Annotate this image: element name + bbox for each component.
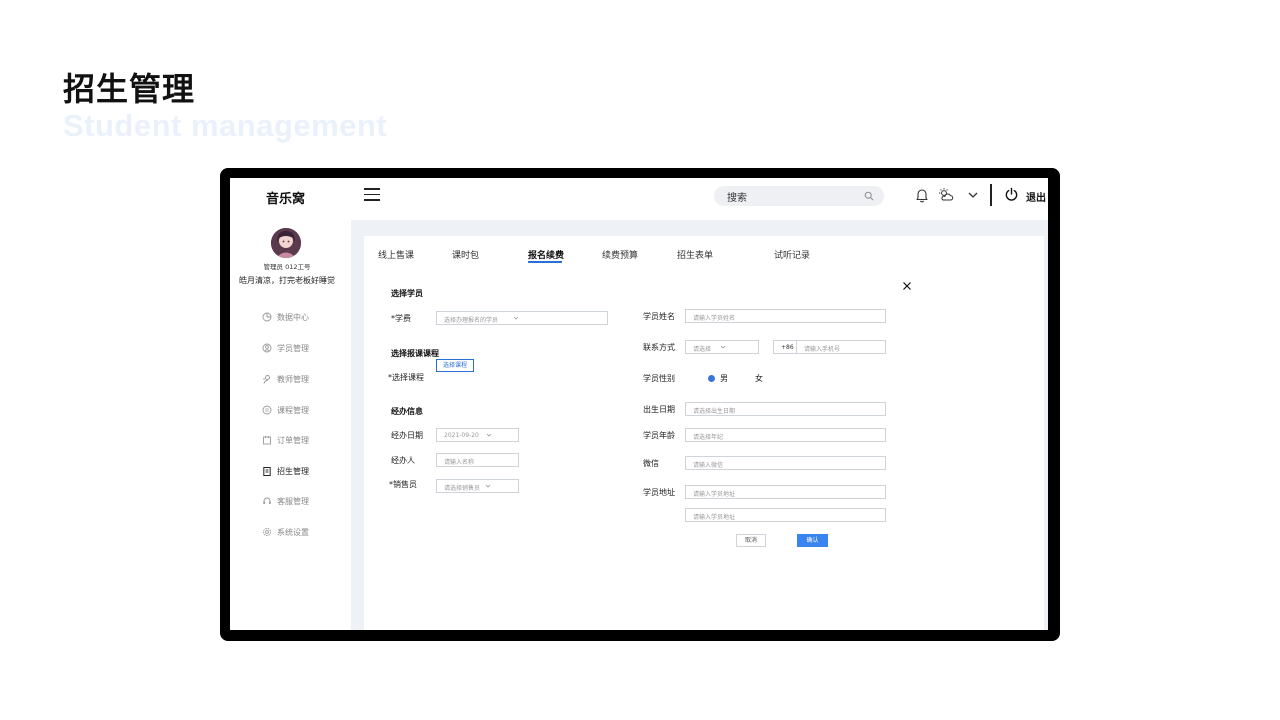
select-course-button[interactable]: 选择课程 xyxy=(436,359,474,372)
gender-male-radio[interactable] xyxy=(708,375,715,382)
chevron-down-icon xyxy=(485,484,491,488)
close-icon[interactable] xyxy=(902,281,912,291)
handler-label: 经办人 xyxy=(391,456,415,465)
sidebar-item-teachers[interactable]: 教师管理 xyxy=(262,372,309,386)
section-handler-info: 经办信息 xyxy=(391,407,423,416)
headset-icon xyxy=(263,497,271,504)
search-input[interactable]: 搜索 xyxy=(714,186,884,206)
teacher-icon xyxy=(263,375,270,384)
sales-select[interactable]: 请选择销售员 xyxy=(436,479,519,493)
chevron-down-icon[interactable] xyxy=(966,188,980,202)
slide-subtitle: Student management xyxy=(63,108,388,143)
tab-renewal-budget[interactable]: 续费预算 xyxy=(602,248,638,261)
power-icon[interactable] xyxy=(1004,187,1019,202)
phone-prefix[interactable]: +86 xyxy=(773,340,797,354)
date-picker[interactable]: 2021-09-20 xyxy=(436,428,519,442)
sidebar-item-enrollment[interactable]: 招生管理 xyxy=(262,464,309,478)
birth-date-picker[interactable]: 请选择出生日期 xyxy=(685,402,886,416)
sidebar-item-settings[interactable]: 系统设置 xyxy=(262,525,309,539)
wechat-label: 微信 xyxy=(643,459,659,468)
contact-type-select[interactable]: 请选择 xyxy=(685,340,759,354)
date-label: 经办日期 xyxy=(391,431,423,440)
contact-label: 联系方式 xyxy=(643,343,675,352)
course-icon xyxy=(262,405,272,415)
handler-input[interactable]: 请输入名称 xyxy=(436,453,519,467)
section-select-student: 选择学员 xyxy=(391,289,423,298)
app-screen: 音乐窝 搜索 退出 管理员 012工号 皓月清凉，打完老板好睡觉 数据中心 学员… xyxy=(230,178,1048,630)
age-label: 学员年龄 xyxy=(643,431,675,440)
sidebar: 管理员 012工号 皓月清凉，打完老板好睡觉 数据中心 学员管理 教师管理 课程… xyxy=(230,220,350,630)
slide-title: 招生管理 xyxy=(63,70,196,108)
address-label: 学员地址 xyxy=(643,488,675,497)
search-icon[interactable] xyxy=(864,191,874,201)
name-input[interactable]: 请输入学员姓名 xyxy=(685,309,886,323)
app-name: 音乐窝 xyxy=(266,192,306,207)
tab-enroll-forms[interactable]: 招生表单 xyxy=(677,248,713,261)
confirm-button[interactable]: 确认 xyxy=(797,534,828,547)
section-select-course: 选择报课课程 xyxy=(391,349,439,358)
order-icon xyxy=(263,436,271,445)
user-circle-icon xyxy=(262,343,272,353)
student-select[interactable]: 选择办理报名的学员 xyxy=(436,311,608,325)
chevron-down-icon xyxy=(486,433,492,437)
student-label: *学费 xyxy=(391,314,411,323)
logout-button[interactable]: 退出 xyxy=(1026,189,1046,204)
birth-label: 出生日期 xyxy=(643,405,675,414)
user-id: 管理员 012工号 xyxy=(263,263,311,271)
wechat-input[interactable]: 请输入微信 xyxy=(685,456,886,470)
gear-icon xyxy=(262,527,272,537)
device-frame: 音乐窝 搜索 退出 管理员 012工号 皓月清凉，打完老板好睡觉 数据中心 学员… xyxy=(220,168,1060,641)
gender-label: 学员性别 xyxy=(643,374,675,383)
sidebar-item-orders[interactable]: 订单管理 xyxy=(262,433,309,447)
top-bar: 音乐窝 搜索 退出 xyxy=(230,178,1048,220)
address-input-1[interactable]: 请输入学员地址 xyxy=(685,485,886,499)
chevron-down-icon xyxy=(720,345,726,349)
gender-male-label: 男 xyxy=(720,374,728,383)
sales-label: *销售员 xyxy=(389,480,417,489)
active-tab-indicator xyxy=(528,261,562,263)
pie-chart-icon xyxy=(262,312,272,322)
weather-icon[interactable] xyxy=(938,187,954,203)
search-placeholder: 搜索 xyxy=(727,193,747,204)
avatar[interactable] xyxy=(271,228,301,258)
phone-input[interactable]: 请输入手机号 xyxy=(796,340,886,354)
address-input-2[interactable]: 请输入学员地址 xyxy=(685,508,886,522)
sidebar-item-data-center[interactable]: 数据中心 xyxy=(262,310,309,324)
tab-class-packages[interactable]: 课时包 xyxy=(452,248,479,261)
tab-trial-records[interactable]: 试听记录 xyxy=(774,248,810,261)
hamburger-menu-icon[interactable] xyxy=(364,188,380,202)
tab-enroll-renew[interactable]: 报名续费 xyxy=(528,248,564,261)
user-motto: 皓月清凉，打完老板好睡觉 xyxy=(239,276,335,285)
tab-online-courses[interactable]: 线上售课 xyxy=(378,248,414,261)
gender-female-label[interactable]: 女 xyxy=(755,373,763,384)
sidebar-item-courses[interactable]: 课程管理 xyxy=(262,403,309,417)
sidebar-item-students[interactable]: 学员管理 xyxy=(262,341,309,355)
sidebar-item-customer-service[interactable]: 客服管理 xyxy=(262,494,309,508)
name-label: 学员姓名 xyxy=(643,312,675,321)
course-label: *选择课程 xyxy=(388,373,424,382)
enroll-icon xyxy=(263,467,271,476)
chevron-down-icon xyxy=(513,316,519,320)
topbar-divider xyxy=(990,184,992,206)
cancel-button[interactable]: 取消 xyxy=(736,534,766,547)
age-input[interactable]: 请选择年纪 xyxy=(685,428,886,442)
bell-icon[interactable] xyxy=(914,187,930,203)
